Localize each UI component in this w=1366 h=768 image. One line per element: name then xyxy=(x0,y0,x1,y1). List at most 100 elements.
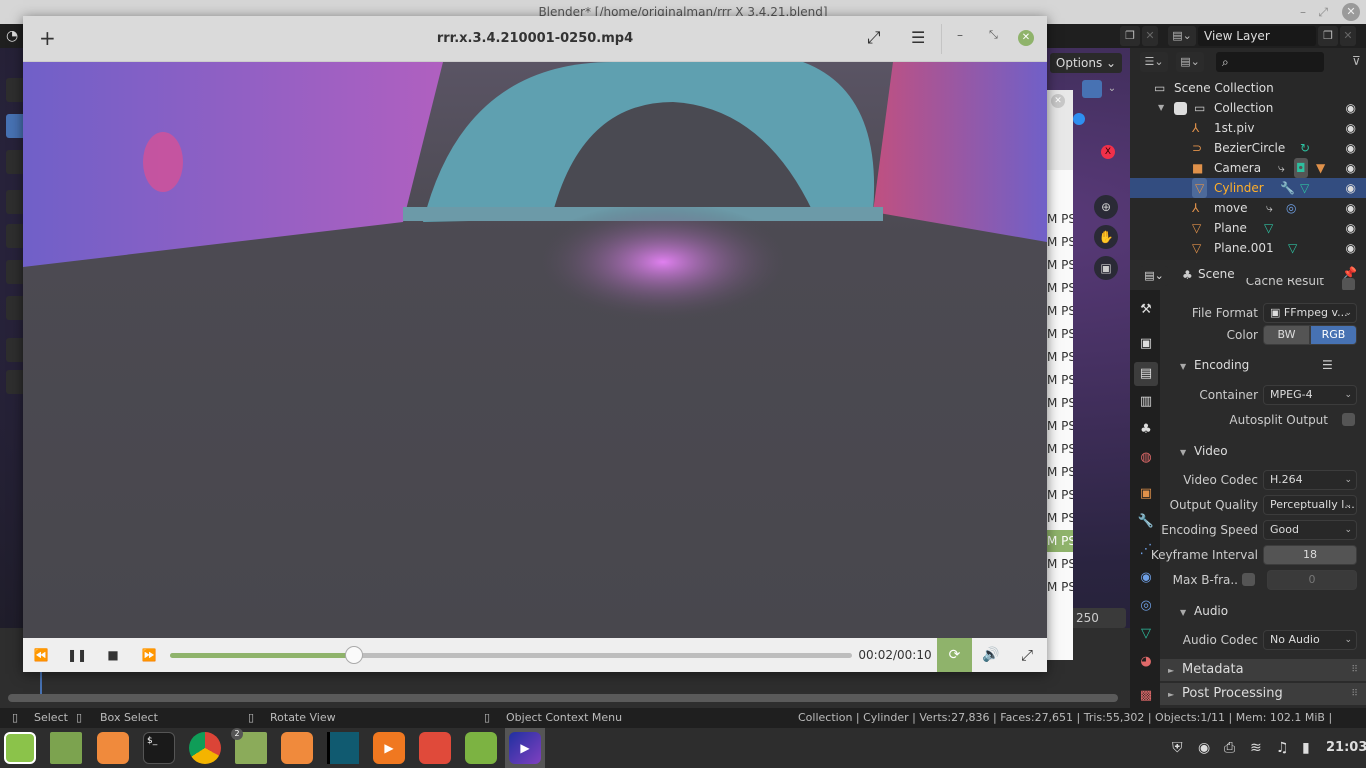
pause-button[interactable]: ❚❚ xyxy=(65,638,89,672)
seek-bar[interactable] xyxy=(170,646,852,664)
minimize-button[interactable]: – xyxy=(1300,0,1306,24)
fast-forward-button[interactable]: ⏩ xyxy=(137,638,161,672)
visibility-eye-icon[interactable]: ◉ xyxy=(1346,98,1356,118)
menu-hamburger-icon[interactable]: ☰ xyxy=(911,28,925,47)
new-scene-icon[interactable]: ❐ xyxy=(1120,26,1140,46)
material-tab-icon[interactable]: ◕ xyxy=(1134,650,1158,674)
encoding-section-header[interactable]: ▼ Encoding ☰ xyxy=(1160,354,1366,376)
world-tab-icon[interactable]: ◍ xyxy=(1134,446,1158,470)
view-layer-icon[interactable]: ▤⌄ xyxy=(1168,26,1196,46)
visibility-eye-icon[interactable]: ◉ xyxy=(1346,238,1356,258)
display-mode-icon[interactable]: ☰⌄ xyxy=(1140,52,1168,72)
cache-result-checkbox[interactable] xyxy=(1342,278,1355,290)
list-row[interactable]: M PST xyxy=(1047,277,1073,299)
visibility-eye-icon[interactable]: ◉ xyxy=(1346,158,1356,178)
max-bframes-checkbox[interactable] xyxy=(1242,573,1255,586)
exclude-checkbox[interactable] xyxy=(1174,102,1187,115)
render-tab-icon[interactable]: ▣ xyxy=(1134,332,1158,356)
video-section-header[interactable]: ▼ Video xyxy=(1160,440,1366,462)
blender-logo-icon[interactable]: ◔ xyxy=(6,28,18,44)
close-button[interactable]: ✕ xyxy=(1018,30,1034,46)
list-row[interactable]: M PST xyxy=(1047,369,1073,391)
rewind-button[interactable]: ⏪ xyxy=(29,638,53,672)
close-icon[interactable]: ✕ xyxy=(1051,94,1065,108)
end-frame-field[interactable]: 250 xyxy=(1070,608,1126,628)
physics-tab-icon[interactable]: ◉ xyxy=(1134,566,1158,590)
scene-tab-icon[interactable]: ♣ xyxy=(1134,418,1158,442)
max-bframes-field[interactable]: 0 xyxy=(1267,570,1357,590)
list-row[interactable]: M PST xyxy=(1047,415,1073,437)
post-processing-section-header[interactable]: ► Post Processing ⠿ xyxy=(1160,683,1366,705)
file-format-dropdown[interactable]: ▣ FFmpeg v... ⌄ xyxy=(1263,303,1357,323)
outliner-row[interactable]: ▽ Plane ▽ ◉ xyxy=(1130,218,1366,238)
clock[interactable]: 21:03 xyxy=(1326,728,1366,768)
list-row[interactable]: M PST xyxy=(1047,461,1073,483)
printer-tray-icon[interactable]: ⎙ xyxy=(1224,728,1235,768)
visibility-eye-icon[interactable]: ◉ xyxy=(1346,118,1356,138)
list-row[interactable]: M PST xyxy=(1047,254,1073,276)
visibility-eye-icon[interactable]: ◉ xyxy=(1346,178,1356,198)
battery-tray-icon[interactable]: ▮ xyxy=(1302,728,1310,768)
new-view-layer-icon[interactable]: ❐ xyxy=(1318,26,1338,46)
timeline-scrollbar[interactable] xyxy=(8,694,1118,702)
close-button[interactable]: ✕ xyxy=(1342,3,1360,21)
color-bw-button[interactable]: BW xyxy=(1263,325,1310,345)
celluloid-icon[interactable]: ▶ xyxy=(509,732,541,764)
outliner-row[interactable]: ▽ Plane.001 ▽ ◉ xyxy=(1130,238,1366,258)
videos-icon[interactable]: ▶ xyxy=(373,732,405,764)
data-tab-icon[interactable]: ▽ xyxy=(1134,622,1158,646)
list-row[interactable]: M PST xyxy=(1047,484,1073,506)
metadata-section-header[interactable]: ► Metadata ⠿ xyxy=(1160,659,1366,681)
list-row[interactable]: M PST xyxy=(1047,507,1073,529)
wifi-tray-icon[interactable]: ≋ xyxy=(1250,728,1262,768)
maximize-button[interactable]: ⤡ xyxy=(989,28,998,42)
expand-arrow-icon[interactable]: ▼ xyxy=(1158,98,1164,118)
drag-handle-icon[interactable]: ⠿ xyxy=(1351,683,1358,705)
list-row[interactable]: M PST xyxy=(1047,530,1073,552)
remove-view-layer-icon[interactable]: ✕ xyxy=(1340,26,1356,46)
outliner-row[interactable]: ■ Camera ⤷ ◘ ▼ ◉ xyxy=(1130,158,1366,178)
list-row[interactable]: M PST xyxy=(1047,438,1073,460)
tool-tab-icon[interactable]: ⚒ xyxy=(1134,298,1158,322)
gizmo-x-axis[interactable]: X xyxy=(1101,145,1115,159)
constraints-tab-icon[interactable]: ◎ xyxy=(1134,594,1158,618)
modifier-tab-icon[interactable]: 🔧 xyxy=(1134,510,1158,534)
firefox-icon[interactable] xyxy=(97,732,129,764)
list-row[interactable]: M PST xyxy=(1047,208,1073,230)
list-row[interactable]: M PST xyxy=(1047,553,1073,575)
outliner-search-input[interactable]: ⌕ xyxy=(1216,52,1324,72)
zoom-view-icon[interactable]: ⊕ xyxy=(1094,195,1118,219)
filter-icon[interactable]: ⊽ xyxy=(1352,54,1361,68)
shield-tray-icon[interactable]: ⛨ xyxy=(1172,728,1183,768)
list-row[interactable]: M PST xyxy=(1047,300,1073,322)
video-frame[interactable] xyxy=(23,62,1047,638)
output-tab-icon[interactable]: ▤ xyxy=(1134,362,1158,386)
show-desktop-icon[interactable] xyxy=(50,732,82,764)
gimp-icon[interactable] xyxy=(419,732,451,764)
remove-scene-icon[interactable]: ✕ xyxy=(1142,26,1158,46)
visibility-eye-icon[interactable]: ◉ xyxy=(1346,218,1356,238)
output-quality-dropdown[interactable]: Perceptually l... ⌄ xyxy=(1263,495,1357,515)
list-row[interactable]: M PST xyxy=(1047,576,1073,598)
container-dropdown[interactable]: MPEG-4 ⌄ xyxy=(1263,385,1357,405)
view-layer-tab-icon[interactable]: ▥ xyxy=(1134,390,1158,414)
list-row[interactable]: M PST xyxy=(1047,392,1073,414)
drag-handle-icon[interactable]: ⠿ xyxy=(1351,659,1358,681)
visibility-eye-icon[interactable]: ◉ xyxy=(1346,198,1356,218)
mint-menu-icon[interactable] xyxy=(4,732,36,764)
view-layer-field[interactable]: View Layer xyxy=(1198,26,1316,46)
color-rgb-button[interactable]: RGB xyxy=(1310,325,1357,345)
window-icon[interactable] xyxy=(327,732,359,764)
minimize-button[interactable]: – xyxy=(957,28,963,42)
keyframe-interval-field[interactable]: 18 xyxy=(1263,545,1357,565)
mint-update-icon[interactable] xyxy=(465,732,497,764)
pan-view-icon[interactable]: ✋ xyxy=(1094,225,1118,249)
outliner-row[interactable]: ⅄ 1st.piv ◉ xyxy=(1130,118,1366,138)
list-row[interactable]: M PST xyxy=(1047,346,1073,368)
video-codec-dropdown[interactable]: H.264 ⌄ xyxy=(1263,470,1357,490)
viewport-options-button[interactable]: Options ⌄ xyxy=(1050,53,1122,73)
audio-section-header[interactable]: ▼ Audio xyxy=(1160,600,1366,622)
audio-codec-dropdown[interactable]: No Audio ⌄ xyxy=(1263,630,1357,650)
volume-icon[interactable]: 🔊 xyxy=(979,638,1003,672)
list-row[interactable]: M PST xyxy=(1047,231,1073,253)
